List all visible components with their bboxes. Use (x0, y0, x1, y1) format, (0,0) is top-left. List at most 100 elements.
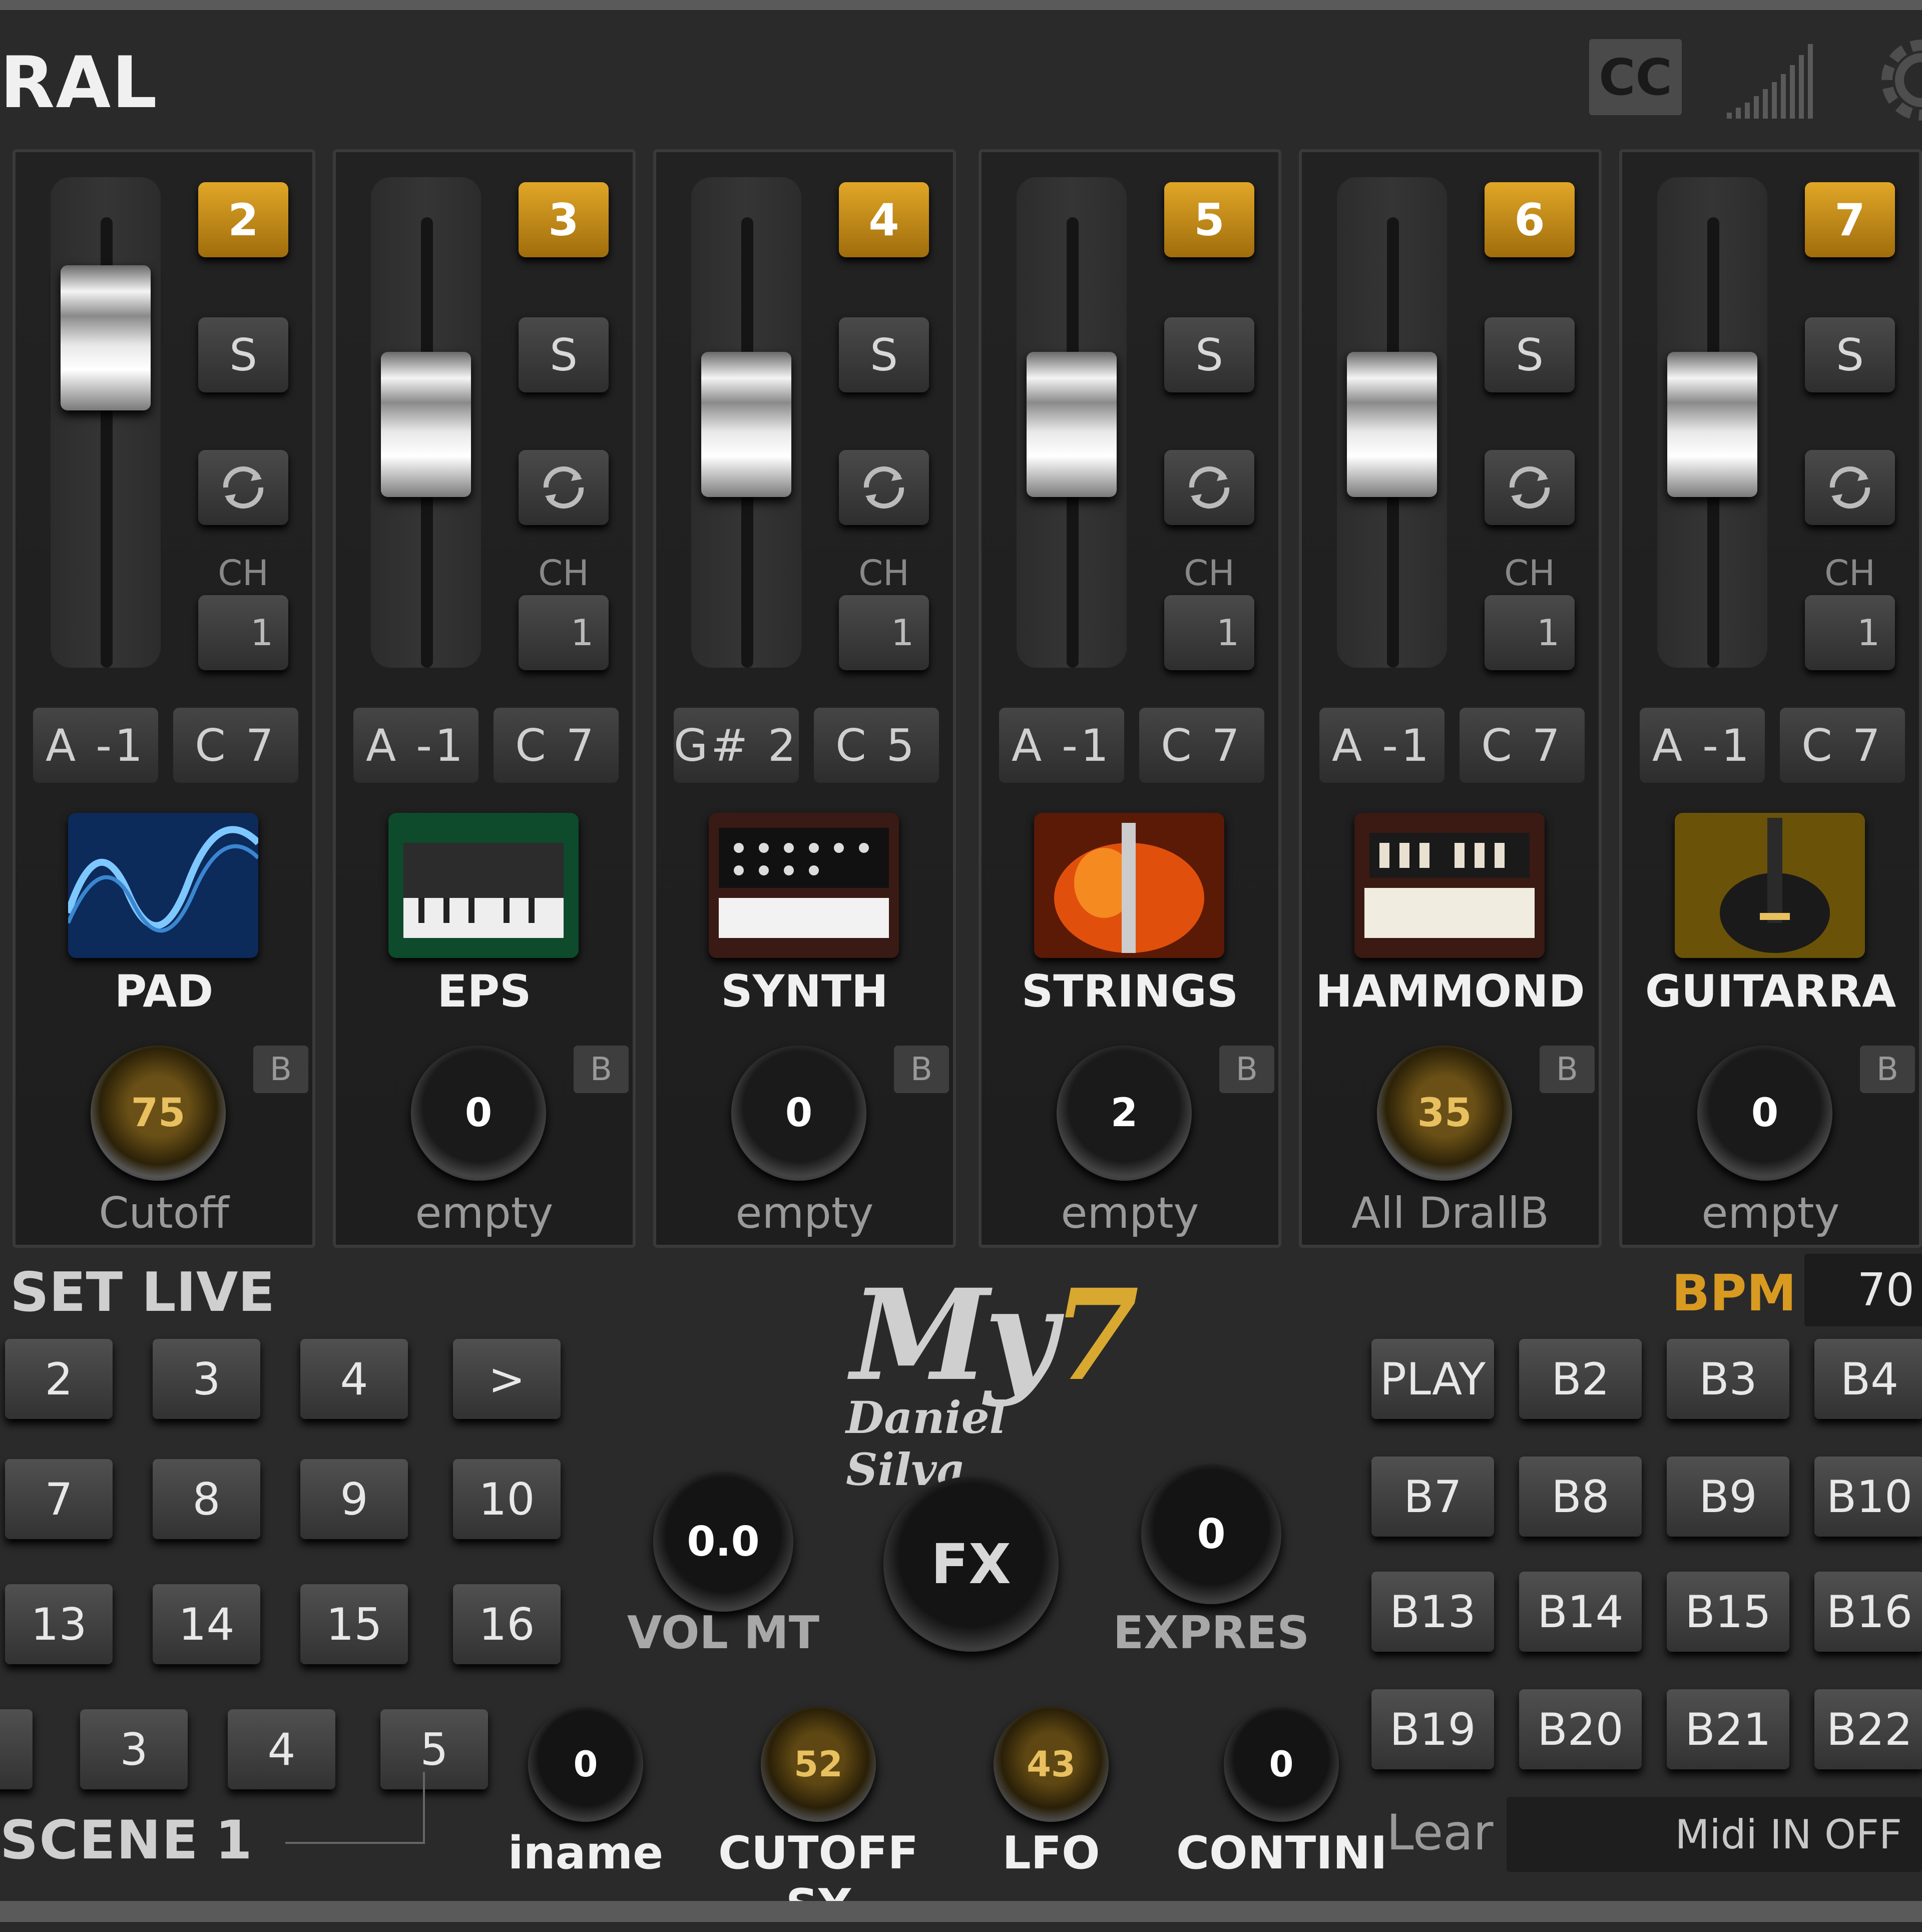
pad-button[interactable]: B9 (1667, 1457, 1789, 1537)
iname-knob[interactable]: 0 (528, 1707, 643, 1822)
fader-handle[interactable] (61, 265, 151, 410)
pad-button[interactable]: B3 (1667, 1339, 1789, 1419)
midi-channel-button[interactable]: 1 (1485, 595, 1575, 670)
loop-button[interactable] (1485, 450, 1575, 525)
setlive-button[interactable]: 3 (153, 1339, 260, 1419)
solo-button[interactable]: S (839, 317, 929, 392)
channel-number-button[interactable]: 7 (1805, 182, 1895, 257)
b-button[interactable]: B (894, 1046, 949, 1093)
vol-mt-knob[interactable]: 0.0 (653, 1472, 793, 1612)
high-note-button[interactable]: C 7 (1139, 708, 1264, 783)
bpm-input[interactable]: 70 (1804, 1254, 1922, 1326)
param-knob[interactable]: 0 (1697, 1046, 1832, 1181)
param-knob[interactable]: 35 (1377, 1046, 1512, 1181)
fader-handle[interactable] (1347, 352, 1437, 498)
channel-number-button[interactable]: 6 (1485, 182, 1575, 257)
high-note-button[interactable]: C 7 (173, 708, 298, 783)
instrument-image[interactable] (388, 813, 579, 958)
lfo-knob[interactable]: 43 (994, 1707, 1109, 1822)
pad-button[interactable]: B13 (1371, 1572, 1494, 1652)
b-button[interactable]: B (1540, 1046, 1595, 1093)
midi-channel-button[interactable]: 1 (519, 595, 609, 670)
b-button[interactable]: B (1860, 1046, 1915, 1093)
setlive-button[interactable]: 16 (453, 1584, 561, 1664)
fader-handle[interactable] (701, 352, 791, 498)
pad-button[interactable]: B19 (1371, 1689, 1494, 1769)
setlive-button[interactable]: 14 (153, 1584, 260, 1664)
pad-button[interactable]: B16 (1814, 1572, 1922, 1652)
midi-channel-button[interactable]: 1 (839, 595, 929, 670)
scene-button[interactable] (0, 1709, 33, 1789)
solo-button[interactable]: S (1485, 317, 1575, 392)
setlive-button[interactable]: > (453, 1339, 561, 1419)
gear-icon[interactable] (1862, 35, 1922, 125)
fader-handle[interactable] (1667, 352, 1757, 498)
contin-knob[interactable]: 0 (1224, 1707, 1339, 1822)
pad-button[interactable]: B14 (1519, 1572, 1642, 1652)
high-note-button[interactable]: C 7 (1460, 708, 1585, 783)
solo-button[interactable]: S (1805, 317, 1895, 392)
setlive-button[interactable]: 15 (300, 1584, 408, 1664)
channel-number-button[interactable]: 5 (1164, 182, 1254, 257)
instrument-image[interactable] (1034, 813, 1224, 958)
pad-button[interactable]: B4 (1814, 1339, 1922, 1419)
midi-channel-button[interactable]: 1 (1805, 595, 1895, 670)
param-knob[interactable]: 0 (731, 1046, 866, 1181)
b-button[interactable]: B (574, 1046, 629, 1093)
fx-button[interactable]: FX (883, 1477, 1059, 1652)
cutoff-sy-knob[interactable]: 52 (761, 1707, 876, 1822)
param-knob[interactable]: 0 (411, 1046, 546, 1181)
low-note-button[interactable]: A -1 (1319, 708, 1445, 783)
b-button[interactable]: B (1219, 1046, 1274, 1093)
low-note-button[interactable]: A -1 (353, 708, 478, 783)
pad-button[interactable]: PLAY (1371, 1339, 1494, 1419)
low-note-button[interactable]: A -1 (1640, 708, 1765, 783)
learn-label[interactable]: Lear (1386, 1804, 1494, 1861)
instrument-image[interactable] (68, 813, 258, 958)
low-note-button[interactable]: A -1 (33, 708, 158, 783)
b-button[interactable]: B (253, 1046, 308, 1093)
setlive-button[interactable]: 7 (5, 1459, 113, 1539)
channel-number-button[interactable]: 3 (519, 182, 609, 257)
setlive-button[interactable]: 9 (300, 1459, 408, 1539)
signal-bars-icon[interactable] (1727, 40, 1817, 120)
pad-button[interactable]: B7 (1371, 1457, 1494, 1537)
pad-button[interactable]: B20 (1519, 1689, 1642, 1769)
loop-button[interactable] (1164, 450, 1254, 525)
midi-channel-button[interactable]: 1 (1164, 595, 1254, 670)
high-note-button[interactable]: C 7 (494, 708, 619, 783)
pad-button[interactable]: B10 (1814, 1457, 1922, 1537)
fader-handle[interactable] (381, 352, 471, 498)
loop-button[interactable] (839, 450, 929, 525)
pad-button[interactable]: B15 (1667, 1572, 1789, 1652)
solo-button[interactable]: S (198, 317, 288, 392)
solo-button[interactable]: S (1164, 317, 1254, 392)
midi-channel-button[interactable]: 1 (198, 595, 288, 670)
setlive-button[interactable]: 8 (153, 1459, 260, 1539)
instrument-image[interactable] (1675, 813, 1865, 958)
setlive-button[interactable]: 10 (453, 1459, 561, 1539)
channel-number-button[interactable]: 4 (839, 182, 929, 257)
instrument-image[interactable] (1354, 813, 1545, 958)
fader-track[interactable] (51, 177, 161, 668)
high-note-button[interactable]: C 7 (1780, 708, 1905, 783)
loop-button[interactable] (519, 450, 609, 525)
pad-button[interactable]: B8 (1519, 1457, 1642, 1537)
param-knob[interactable]: 75 (91, 1046, 226, 1181)
pad-button[interactable]: B22 (1814, 1689, 1922, 1769)
cc-button[interactable]: CC (1589, 39, 1682, 115)
fader-handle[interactable] (1027, 352, 1117, 498)
loop-button[interactable] (198, 450, 288, 525)
loop-button[interactable] (1805, 450, 1895, 525)
setlive-button[interactable]: 4 (300, 1339, 408, 1419)
scene-button[interactable]: 3 (80, 1709, 188, 1789)
expres-knob[interactable]: 0 (1141, 1464, 1281, 1604)
low-note-button[interactable]: A -1 (999, 708, 1124, 783)
high-note-button[interactable]: C 5 (814, 708, 939, 783)
channel-number-button[interactable]: 2 (198, 182, 288, 257)
setlive-button[interactable]: 2 (5, 1339, 113, 1419)
pad-button[interactable]: B2 (1519, 1339, 1642, 1419)
solo-button[interactable]: S (519, 317, 609, 392)
pad-button[interactable]: B21 (1667, 1689, 1789, 1769)
instrument-image[interactable] (709, 813, 899, 958)
